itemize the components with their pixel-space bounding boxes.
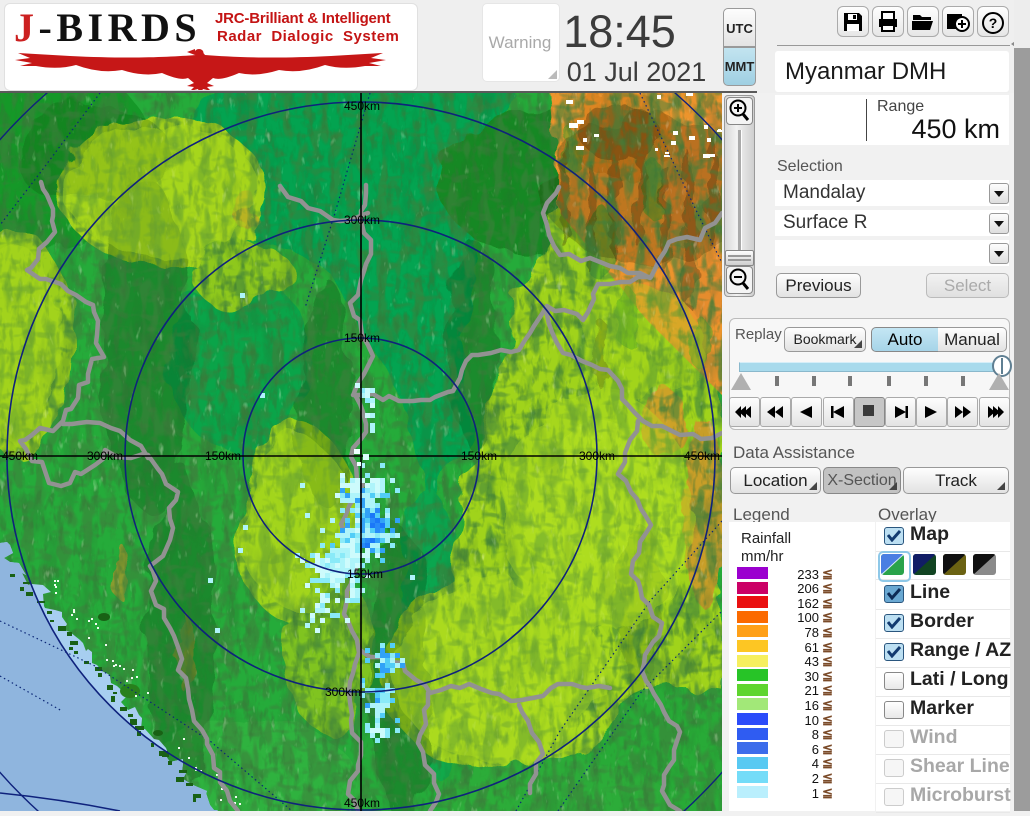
svg-text:300km: 300km (325, 685, 361, 699)
svg-text:300km: 300km (87, 449, 123, 463)
svg-text:150km: 150km (461, 449, 497, 463)
svg-text:450km: 450km (344, 99, 380, 113)
svg-text:?: ? (989, 15, 998, 31)
svg-text:300km: 300km (344, 213, 380, 227)
svg-text:150km: 150km (344, 331, 380, 345)
svg-text:300km: 300km (579, 449, 615, 463)
svg-text:150km: 150km (347, 567, 383, 581)
svg-text:150km: 150km (205, 449, 241, 463)
svg-text:450km: 450km (684, 449, 720, 463)
svg-text:450km: 450km (344, 796, 380, 810)
svg-text:450km: 450km (2, 449, 38, 463)
